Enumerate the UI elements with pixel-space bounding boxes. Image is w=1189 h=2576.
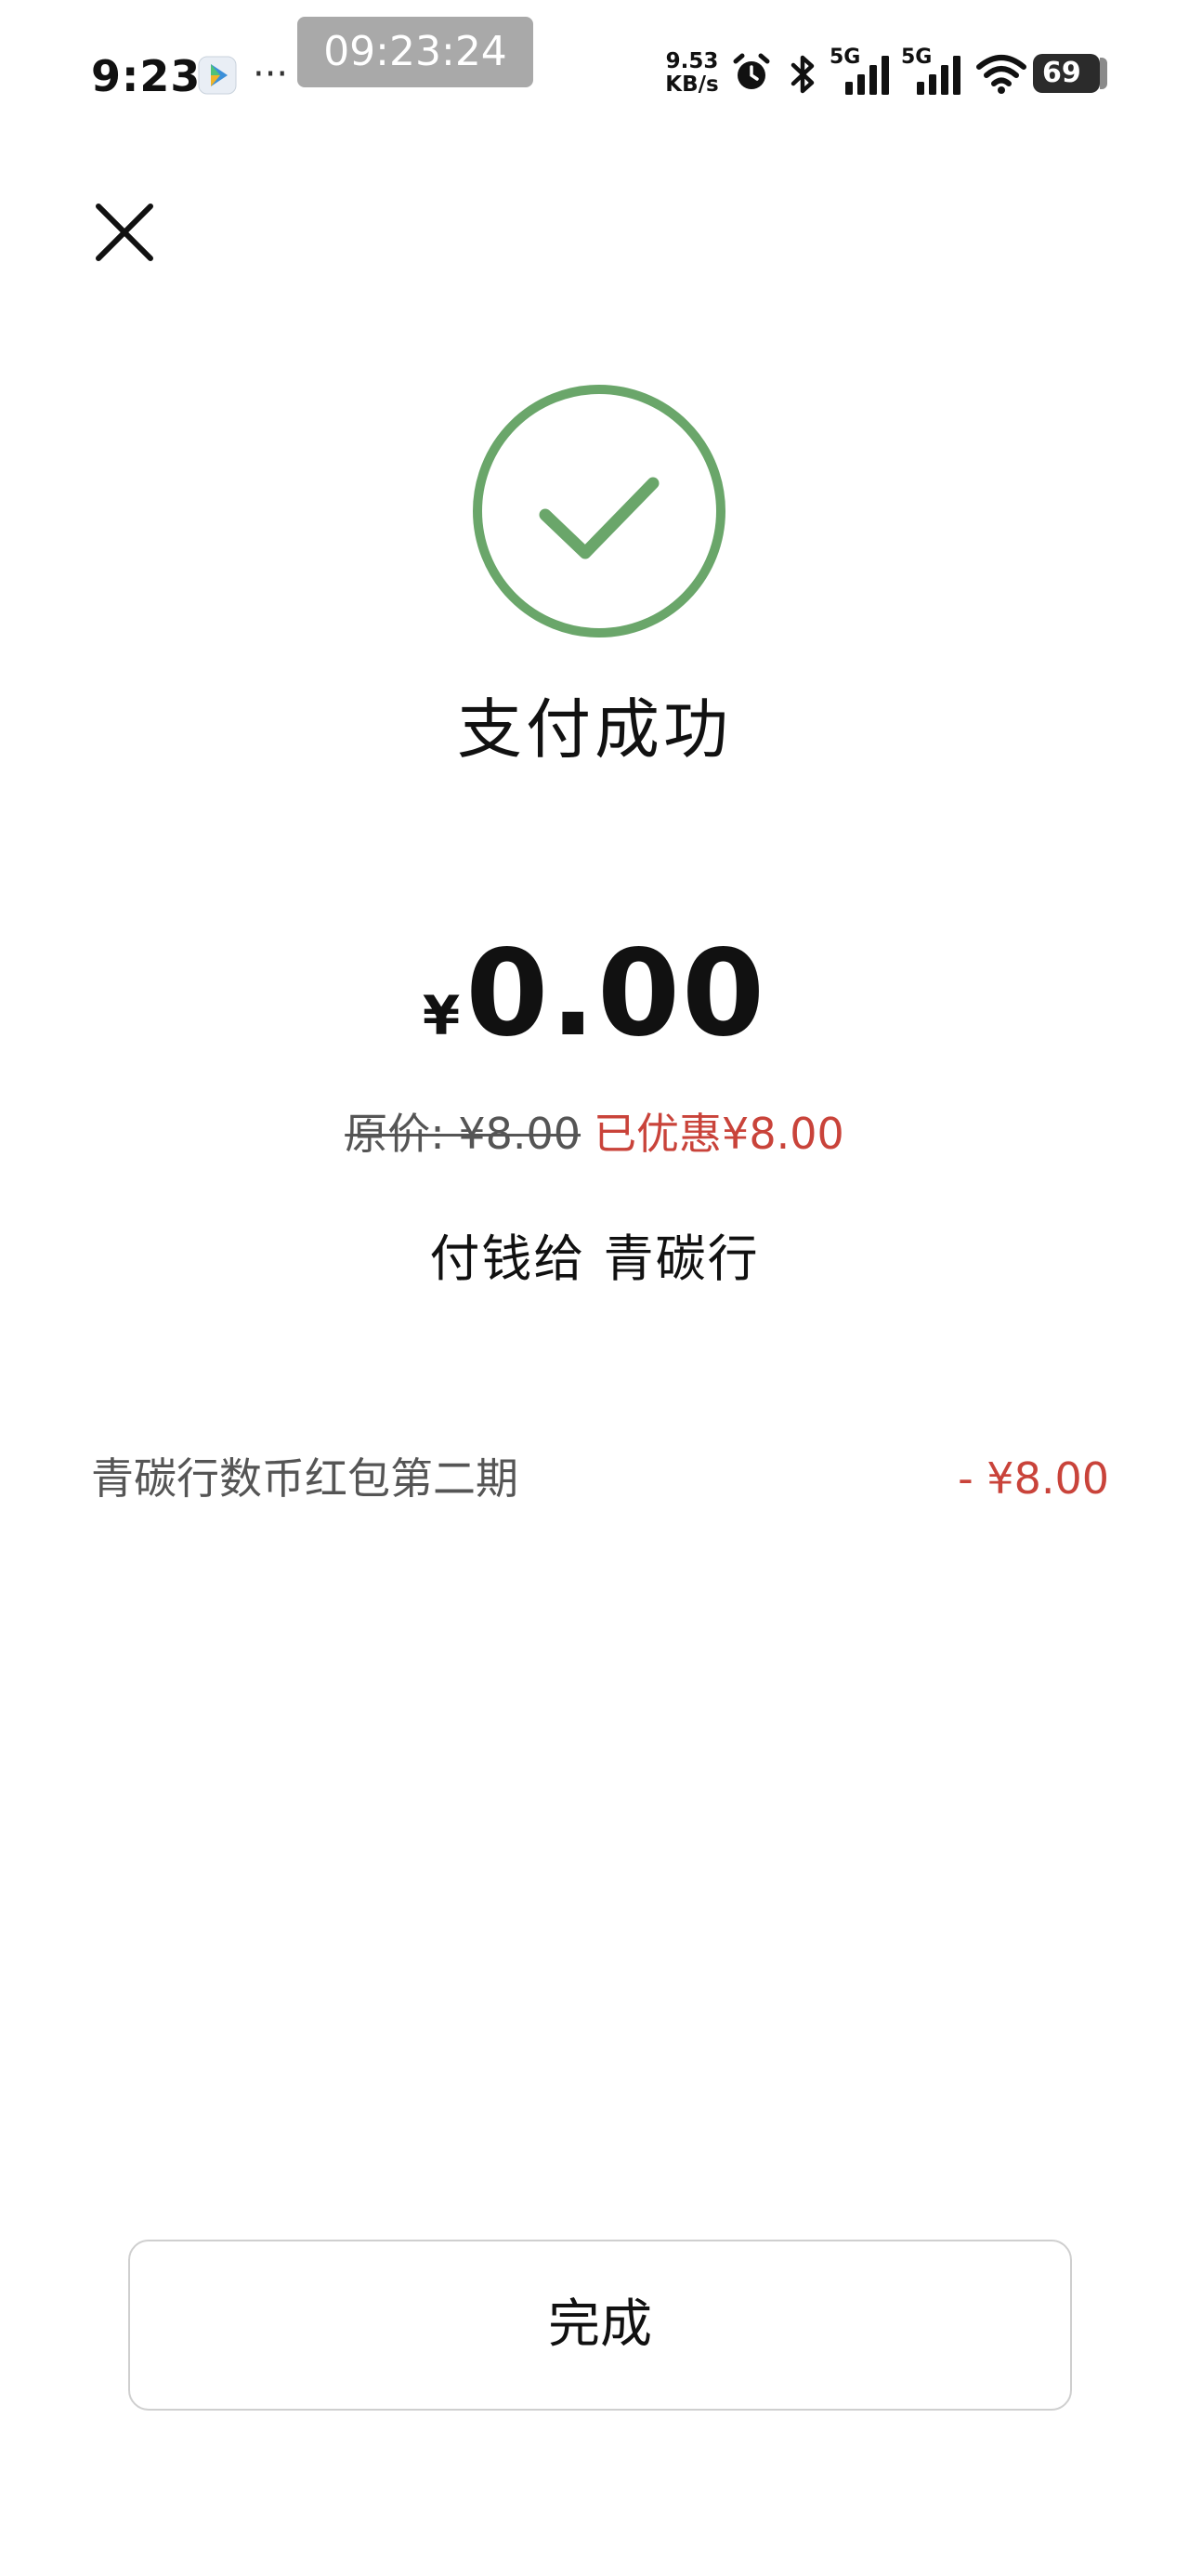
currency-symbol: ¥ — [422, 984, 461, 1047]
app-icon — [198, 56, 237, 95]
network-speed: 9.53 KB/s — [664, 50, 720, 97]
discount-detail-label: 青碳行数币红包第二期 — [91, 1453, 518, 1504]
battery-tip — [1100, 58, 1107, 89]
status-time: 9:23 — [91, 51, 202, 101]
bluetooth-icon — [790, 55, 815, 94]
battery-icon: 69 — [1033, 54, 1100, 93]
network-speed-value: 9.53 — [665, 49, 719, 73]
status-bar: 9:23 ··· 09:23:24 9.53 KB/s 5G 5G 69 — [0, 0, 1189, 149]
alarm-icon — [733, 53, 770, 89]
check-circle-icon — [473, 385, 725, 637]
discount-text: 已优惠¥8.00 — [594, 1109, 844, 1159]
battery-level: 69 — [1042, 57, 1081, 89]
page-title: 支付成功 — [457, 691, 732, 768]
price-line: 原价: ¥8.00 已优惠¥8.00 — [0, 1106, 1189, 1162]
signal-1-icon — [845, 56, 889, 95]
done-button[interactable]: 完成 — [128, 2240, 1072, 2411]
discount-detail-row: 青碳行数币红包第二期 - ¥8.00 — [91, 1446, 1109, 1511]
payee-text: 付钱给 青碳行 — [429, 1229, 760, 1288]
network-speed-unit: KB/s — [665, 72, 719, 97]
amount-value: 0.00 — [465, 925, 767, 1063]
close-icon[interactable] — [85, 193, 163, 271]
discount-detail-amount: - ¥8.00 — [958, 1453, 1109, 1504]
signal-2-icon — [917, 56, 960, 95]
wifi-icon — [976, 55, 1026, 94]
original-price: 原价: ¥8.00 — [345, 1109, 581, 1159]
recording-timer: 09:23:24 — [297, 17, 533, 87]
payment-amount: ¥0.00 — [0, 929, 1189, 1095]
more-notifications-icon: ··· — [253, 53, 289, 96]
